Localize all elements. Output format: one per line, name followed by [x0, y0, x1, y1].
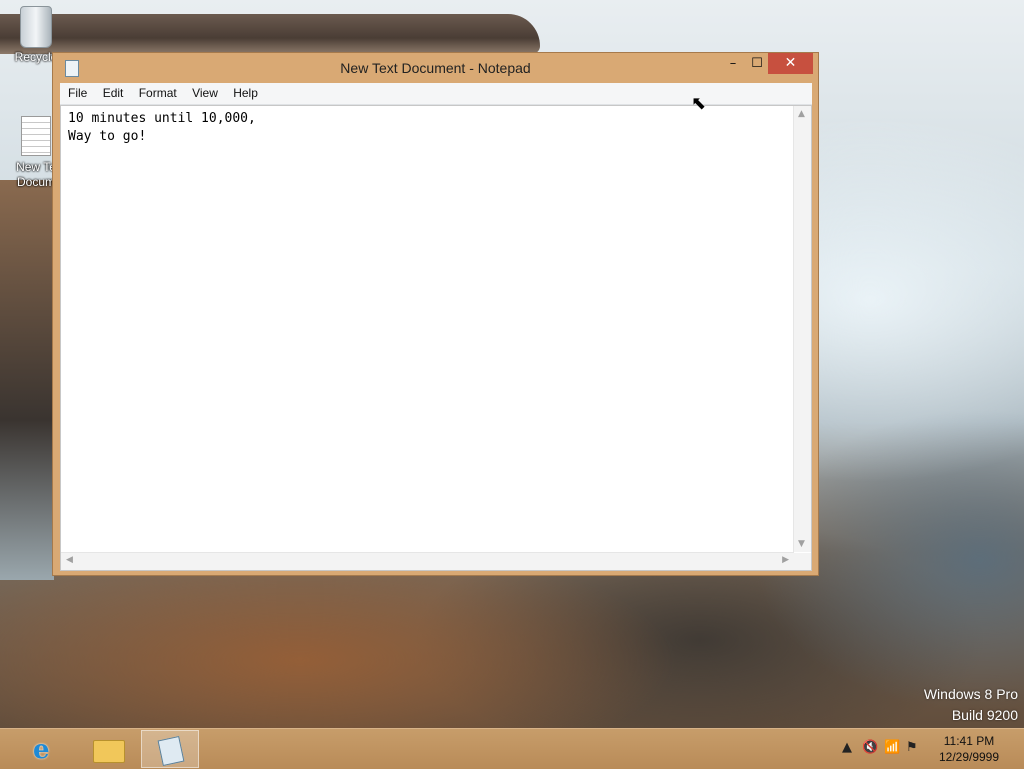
clock-time: 11:41 PM: [943, 734, 995, 748]
text-editor[interactable]: 10 minutes until 10,000, Way to go! ▲ ▼ …: [60, 105, 812, 571]
watermark-edition: Windows 8 Pro: [923, 686, 1018, 702]
volume-muted-icon[interactable]: 🔇: [862, 740, 878, 755]
menu-help[interactable]: Help: [227, 83, 264, 104]
editor-content[interactable]: 10 minutes until 10,000, Way to go!: [68, 110, 256, 146]
notepad-icon: [157, 735, 185, 767]
show-hidden-icons[interactable]: ▲: [842, 740, 852, 755]
os-watermark: Windows 8 Pro Build 9200: [924, 684, 1018, 726]
wallpaper-rock-left: [0, 180, 54, 580]
menu-edit[interactable]: Edit: [97, 83, 130, 104]
taskbar-internet-explorer[interactable]: e: [16, 730, 74, 768]
action-center-flag-icon[interactable]: ⚑: [906, 740, 918, 755]
close-button[interactable]: ✕: [768, 53, 813, 74]
scroll-left-icon[interactable]: ◀: [66, 555, 73, 565]
taskbar: e ▲ 🔇 📶 ⚑ 11:41 PM 12/29/9999: [0, 728, 1024, 769]
size-grip[interactable]: [794, 553, 811, 570]
taskbar-file-explorer[interactable]: [79, 730, 137, 768]
taskbar-notepad[interactable]: [141, 730, 199, 768]
clock[interactable]: 11:41 PM 12/29/9999: [934, 733, 1004, 765]
notepad-window[interactable]: New Text Document - Notepad – ☐ ✕ File E…: [52, 52, 819, 576]
menu-file[interactable]: File: [60, 83, 93, 104]
scroll-down-icon[interactable]: ▼: [798, 539, 805, 549]
window-title: New Text Document - Notepad: [340, 60, 531, 76]
text-document-icon: [21, 116, 51, 156]
vertical-scrollbar[interactable]: ▲ ▼: [793, 106, 811, 552]
menu-view[interactable]: View: [186, 83, 224, 104]
maximize-button[interactable]: ☐: [743, 53, 771, 74]
wallpaper-rock-top: [0, 14, 540, 54]
network-icon[interactable]: 📶: [884, 740, 900, 755]
horizontal-scrollbar[interactable]: ◀ ▶: [61, 552, 794, 570]
title-bar[interactable]: New Text Document - Notepad – ☐ ✕: [53, 53, 818, 83]
scroll-up-icon[interactable]: ▲: [798, 109, 805, 119]
mouse-pointer-icon: ⬉: [691, 93, 707, 114]
system-tray: ▲ 🔇 📶 ⚑ 11:41 PM 12/29/9999: [834, 729, 1024, 769]
scroll-right-icon[interactable]: ▶: [782, 555, 789, 565]
watermark-build: Build 9200: [951, 707, 1018, 723]
folder-icon: [93, 740, 125, 763]
recycle-bin-icon: [20, 6, 52, 48]
clock-date: 12/29/9999: [938, 750, 1000, 764]
internet-explorer-icon: e: [33, 735, 50, 765]
menu-format[interactable]: Format: [133, 83, 183, 104]
